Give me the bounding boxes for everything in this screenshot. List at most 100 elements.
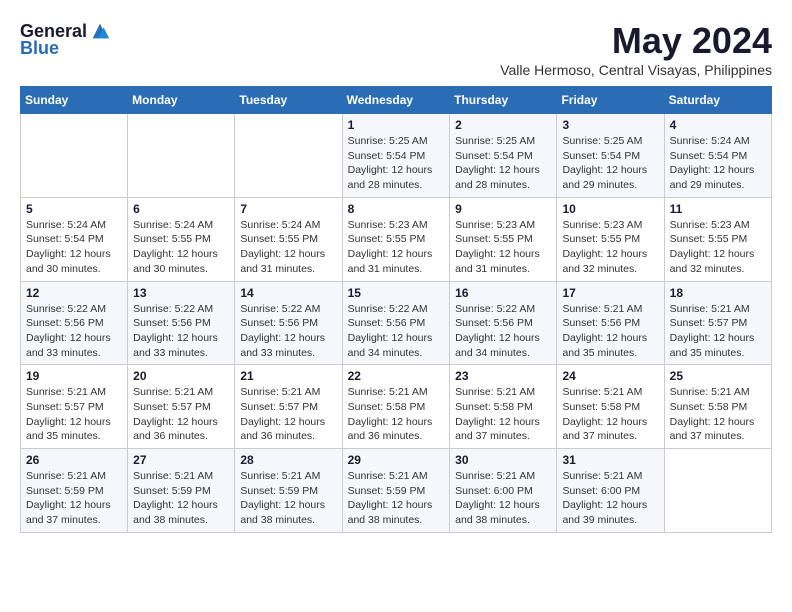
logo: General Blue <box>20 20 111 59</box>
day-number: 4 <box>670 118 766 132</box>
day-info: Sunrise: 5:21 AMSunset: 5:59 PMDaylight:… <box>133 469 229 528</box>
day-info: Sunrise: 5:21 AMSunset: 5:58 PMDaylight:… <box>670 385 766 444</box>
week-row-5: 26Sunrise: 5:21 AMSunset: 5:59 PMDayligh… <box>21 449 772 533</box>
day-info: Sunrise: 5:24 AMSunset: 5:54 PMDaylight:… <box>26 218 122 277</box>
day-number: 25 <box>670 369 766 383</box>
day-info: Sunrise: 5:22 AMSunset: 5:56 PMDaylight:… <box>26 302 122 361</box>
calendar-cell: 2 Sunrise: 5:25 AMSunset: 5:54 PMDaylight… <box>450 114 557 198</box>
day-number: 2 <box>455 118 551 132</box>
day-number: 22 <box>348 369 445 383</box>
day-info: Sunrise: 5:21 AMSunset: 5:57 PMDaylight:… <box>26 385 122 444</box>
calendar-cell: 18 Sunrise: 5:21 AMSunset: 5:57 PMDayligh… <box>664 281 771 365</box>
day-info: Sunrise: 5:21 AMSunset: 6:00 PMDaylight:… <box>455 469 551 528</box>
calendar-table: SundayMondayTuesdayWednesdayThursdayFrid… <box>20 86 772 533</box>
calendar-cell: 9 Sunrise: 5:23 AMSunset: 5:55 PMDaylight… <box>450 197 557 281</box>
day-info: Sunrise: 5:25 AMSunset: 5:54 PMDaylight:… <box>562 134 658 193</box>
calendar-cell: 14 Sunrise: 5:22 AMSunset: 5:56 PMDayligh… <box>235 281 342 365</box>
weekday-header-thursday: Thursday <box>450 87 557 114</box>
calendar-cell: 12 Sunrise: 5:22 AMSunset: 5:56 PMDayligh… <box>21 281 128 365</box>
day-info: Sunrise: 5:21 AMSunset: 5:57 PMDaylight:… <box>133 385 229 444</box>
calendar-cell: 13Sunrise: 5:22 AMSunset: 5:56 PMDayligh… <box>128 281 235 365</box>
day-number: 17 <box>562 286 658 300</box>
calendar-cell <box>21 114 128 198</box>
week-row-2: 5 Sunrise: 5:24 AMSunset: 5:54 PMDaylight… <box>21 197 772 281</box>
calendar-cell: 8 Sunrise: 5:23 AMSunset: 5:55 PMDaylight… <box>342 197 450 281</box>
day-info: Sunrise: 5:25 AMSunset: 5:54 PMDaylight:… <box>455 134 551 193</box>
weekday-header-friday: Friday <box>557 87 664 114</box>
day-info: Sunrise: 5:24 AMSunset: 5:55 PMDaylight:… <box>240 218 336 277</box>
weekday-header-sunday: Sunday <box>21 87 128 114</box>
calendar-cell: 26Sunrise: 5:21 AMSunset: 5:59 PMDayligh… <box>21 449 128 533</box>
day-info: Sunrise: 5:22 AMSunset: 5:56 PMDaylight:… <box>348 302 445 361</box>
day-number: 29 <box>348 453 445 467</box>
day-number: 12 <box>26 286 122 300</box>
day-info: Sunrise: 5:23 AMSunset: 5:55 PMDaylight:… <box>670 218 766 277</box>
day-info: Sunrise: 5:23 AMSunset: 5:55 PMDaylight:… <box>455 218 551 277</box>
day-number: 7 <box>240 202 336 216</box>
calendar-cell: 17Sunrise: 5:21 AMSunset: 5:56 PMDayligh… <box>557 281 664 365</box>
logo-text-blue: Blue <box>20 38 59 59</box>
location-title: Valle Hermoso, Central Visayas, Philippi… <box>500 62 772 78</box>
calendar-cell: 5 Sunrise: 5:24 AMSunset: 5:54 PMDaylight… <box>21 197 128 281</box>
month-title: May 2024 <box>500 20 772 62</box>
calendar-cell: 20 Sunrise: 5:21 AMSunset: 5:57 PMDayligh… <box>128 365 235 449</box>
day-info: Sunrise: 5:21 AMSunset: 6:00 PMDaylight:… <box>562 469 658 528</box>
day-info: Sunrise: 5:24 AMSunset: 5:54 PMDaylight:… <box>670 134 766 193</box>
day-info: Sunrise: 5:22 AMSunset: 5:56 PMDaylight:… <box>240 302 336 361</box>
day-number: 11 <box>670 202 766 216</box>
calendar-cell: 24 Sunrise: 5:21 AMSunset: 5:58 PMDayligh… <box>557 365 664 449</box>
weekday-header-row: SundayMondayTuesdayWednesdayThursdayFrid… <box>21 87 772 114</box>
calendar-cell: 23 Sunrise: 5:21 AMSunset: 5:58 PMDayligh… <box>450 365 557 449</box>
calendar-cell: 29 Sunrise: 5:21 AMSunset: 5:59 PMDayligh… <box>342 449 450 533</box>
page-header: General Blue May 2024 Valle Hermoso, Cen… <box>20 20 772 78</box>
day-info: Sunrise: 5:21 AMSunset: 5:59 PMDaylight:… <box>26 469 122 528</box>
day-info: Sunrise: 5:25 AMSunset: 5:54 PMDaylight:… <box>348 134 445 193</box>
calendar-cell: 10 Sunrise: 5:23 AMSunset: 5:55 PMDayligh… <box>557 197 664 281</box>
day-number: 10 <box>562 202 658 216</box>
title-area: May 2024 Valle Hermoso, Central Visayas,… <box>500 20 772 78</box>
day-info: Sunrise: 5:21 AMSunset: 5:59 PMDaylight:… <box>348 469 445 528</box>
day-number: 21 <box>240 369 336 383</box>
week-row-3: 12 Sunrise: 5:22 AMSunset: 5:56 PMDayligh… <box>21 281 772 365</box>
calendar-cell <box>128 114 235 198</box>
weekday-header-wednesday: Wednesday <box>342 87 450 114</box>
calendar-cell: 30 Sunrise: 5:21 AMSunset: 6:00 PMDayligh… <box>450 449 557 533</box>
weekday-header-tuesday: Tuesday <box>235 87 342 114</box>
weekday-header-monday: Monday <box>128 87 235 114</box>
day-number: 8 <box>348 202 445 216</box>
calendar-cell: 31 Sunrise: 5:21 AMSunset: 6:00 PMDayligh… <box>557 449 664 533</box>
calendar-cell: 7 Sunrise: 5:24 AMSunset: 5:55 PMDaylight… <box>235 197 342 281</box>
calendar-cell: 25 Sunrise: 5:21 AMSunset: 5:58 PMDayligh… <box>664 365 771 449</box>
day-number: 16 <box>455 286 551 300</box>
day-info: Sunrise: 5:22 AMSunset: 5:56 PMDaylight:… <box>455 302 551 361</box>
day-number: 30 <box>455 453 551 467</box>
logo-icon <box>89 20 111 42</box>
day-number: 23 <box>455 369 551 383</box>
calendar-cell: 11 Sunrise: 5:23 AMSunset: 5:55 PMDayligh… <box>664 197 771 281</box>
calendar-cell: 28Sunrise: 5:21 AMSunset: 5:59 PMDayligh… <box>235 449 342 533</box>
day-number: 9 <box>455 202 551 216</box>
day-number: 18 <box>670 286 766 300</box>
day-info: Sunrise: 5:23 AMSunset: 5:55 PMDaylight:… <box>562 218 658 277</box>
day-info: Sunrise: 5:21 AMSunset: 5:59 PMDaylight:… <box>240 469 336 528</box>
calendar-cell: 15Sunrise: 5:22 AMSunset: 5:56 PMDayligh… <box>342 281 450 365</box>
calendar-cell: 6Sunrise: 5:24 AMSunset: 5:55 PMDaylight… <box>128 197 235 281</box>
day-number: 1 <box>348 118 445 132</box>
calendar-cell: 3Sunrise: 5:25 AMSunset: 5:54 PMDaylight… <box>557 114 664 198</box>
day-info: Sunrise: 5:21 AMSunset: 5:58 PMDaylight:… <box>562 385 658 444</box>
day-number: 31 <box>562 453 658 467</box>
day-number: 6 <box>133 202 229 216</box>
calendar-cell: 16 Sunrise: 5:22 AMSunset: 5:56 PMDayligh… <box>450 281 557 365</box>
day-number: 19 <box>26 369 122 383</box>
calendar-cell <box>235 114 342 198</box>
day-info: Sunrise: 5:21 AMSunset: 5:58 PMDaylight:… <box>348 385 445 444</box>
day-info: Sunrise: 5:21 AMSunset: 5:57 PMDaylight:… <box>670 302 766 361</box>
day-number: 24 <box>562 369 658 383</box>
day-number: 14 <box>240 286 336 300</box>
day-number: 20 <box>133 369 229 383</box>
day-info: Sunrise: 5:23 AMSunset: 5:55 PMDaylight:… <box>348 218 445 277</box>
day-info: Sunrise: 5:21 AMSunset: 5:58 PMDaylight:… <box>455 385 551 444</box>
calendar-cell <box>664 449 771 533</box>
day-number: 5 <box>26 202 122 216</box>
calendar-cell: 21Sunrise: 5:21 AMSunset: 5:57 PMDayligh… <box>235 365 342 449</box>
